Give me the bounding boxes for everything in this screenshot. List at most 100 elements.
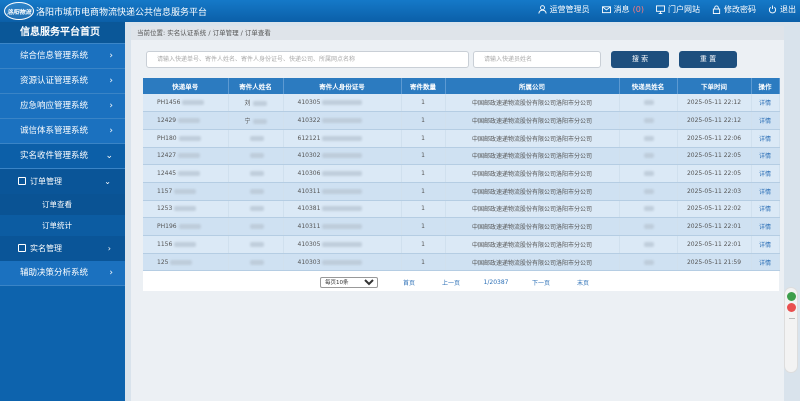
redacted-mask: [252, 101, 267, 107]
cell-sender-name-text: 刘: [244, 100, 251, 108]
cell-courier: [619, 182, 678, 201]
cell-action[interactable]: 详情: [751, 164, 780, 183]
nav-messages[interactable]: 消息 (0): [601, 4, 644, 15]
redacted-mask: [322, 171, 363, 177]
cell-action[interactable]: 详情: [751, 217, 780, 236]
cell-quantity: 1: [401, 253, 446, 272]
cell-sender-id: 410311: [283, 182, 402, 201]
nav-change-password[interactable]: 修改密码: [712, 4, 756, 15]
cell-sender-name-text: 宁: [244, 118, 251, 126]
cell-order-no: 1156: [143, 235, 229, 254]
orders-table: 快递单号 寄件人姓名 寄件人身份证号 寄件数量 所属公司 快递员姓名 下单时间 …: [143, 78, 780, 291]
cell-action-text: 详情: [758, 118, 771, 126]
nav-logout-label: 退出: [780, 5, 796, 14]
cell-quantity-text: 1: [421, 152, 425, 160]
cell-sender-name: [228, 253, 284, 272]
redacted-mask: [644, 206, 654, 212]
nav-logout[interactable]: 退出: [768, 4, 796, 15]
redacted-mask: [249, 224, 264, 230]
cell-action[interactable]: 详情: [751, 147, 780, 166]
reset-button[interactable]: 重 置: [679, 50, 737, 68]
sidebar-home[interactable]: 信息服务平台首页: [0, 22, 125, 44]
sidebar-item-resource[interactable]: 资源认证管理系统 ›: [0, 69, 125, 94]
cell-quantity: 1: [401, 200, 446, 219]
cell-action[interactable]: 详情: [751, 111, 780, 130]
redacted-mask: [644, 153, 654, 159]
cell-courier: [619, 235, 678, 254]
sidebar-item-credit[interactable]: 诚信体系管理系统 ›: [0, 119, 125, 144]
cell-company: 中国邮政速递物流股份有限公司洛阳市分公司: [445, 94, 620, 113]
cell-sender-name: [228, 147, 284, 166]
cell-order-no: 1253: [143, 200, 229, 219]
sidebar-item-label: 应急响应管理系统: [20, 101, 89, 111]
redacted-mask: [249, 241, 264, 247]
user-icon: [538, 5, 547, 14]
sidebar-item-emergency[interactable]: 应急响应管理系统 ›: [0, 94, 125, 119]
cell-order-time-text: 2025-05-11 22:12: [686, 117, 742, 125]
search-button[interactable]: 搜 索: [611, 50, 669, 68]
courier-name-input[interactable]: 请输入快递员姓名: [473, 50, 601, 68]
cell-sender-id-text: 410305: [297, 99, 321, 107]
cell-order-time-text: 2025-05-11 22:03: [686, 187, 742, 195]
cell-sender-id: 612121: [283, 129, 402, 148]
cell-company: 中国邮政速递物流股份有限公司洛阳市分公司: [445, 182, 620, 201]
sublink-order-view[interactable]: 订单查看: [0, 194, 125, 215]
cell-quantity-text: 1: [421, 187, 425, 195]
sidebar-item-realname[interactable]: 实名收件管理系统 ⌄: [0, 144, 125, 169]
next-page-link[interactable]: 下一页: [526, 278, 556, 287]
alert-dot-icon: [787, 303, 796, 312]
sublink-order-stats[interactable]: 订单统计: [0, 215, 125, 236]
site-title: 洛阳市城市电商物流快递公共信息服务平台: [36, 8, 208, 18]
sidebar-item-decision[interactable]: 辅助决策分析系统 ›: [0, 261, 125, 286]
cell-order-no-text: 12429: [157, 117, 177, 125]
submenu-realname[interactable]: 实名管理 ›: [0, 236, 125, 261]
prev-page-link[interactable]: 上一页: [436, 278, 466, 287]
logo[interactable]: 洛阳物流: [4, 2, 34, 20]
redacted-mask: [644, 100, 654, 106]
cell-sender-id-text: 410381: [297, 205, 321, 213]
redacted-mask: [644, 135, 654, 141]
cell-action-text: 详情: [758, 100, 771, 108]
search-input[interactable]: 请输入快递单号、寄件人姓名、寄件人身份证号、快递公司、所属网点名称: [146, 50, 469, 68]
cell-order-no-text: PH196: [157, 223, 177, 231]
cell-action[interactable]: 详情: [751, 129, 780, 148]
redacted-mask: [252, 119, 267, 125]
table-row: 125 410303 1 中国邮政速递物流股份有限公司洛阳市分公司 2025-05-11…: [143, 253, 780, 272]
cell-quantity-text: 1: [421, 117, 425, 125]
cell-sender-id-text: 410302: [297, 152, 321, 160]
nav-portal[interactable]: 门户网站: [656, 4, 700, 15]
redacted-mask: [322, 118, 363, 124]
submenu-orders[interactable]: 订单管理 ⌄: [0, 169, 125, 194]
cell-action[interactable]: 详情: [751, 200, 780, 219]
redacted-mask: [644, 259, 654, 265]
cell-quantity-text: 1: [421, 99, 425, 107]
sidebar-item-info[interactable]: 综合信息管理系统 ›: [0, 44, 125, 69]
last-page-link[interactable]: 末页: [568, 278, 598, 287]
cell-action[interactable]: 详情: [751, 235, 780, 254]
cell-company: 中国邮政速递物流股份有限公司洛阳市分公司: [445, 200, 620, 219]
cell-order-no: 12445: [143, 164, 229, 183]
folder-icon: [18, 244, 26, 252]
cell-action[interactable]: 详情: [751, 182, 780, 201]
cell-courier: [619, 129, 678, 148]
redacted-mask: [178, 224, 201, 230]
column-header: 寄件人姓名: [228, 78, 284, 94]
cell-order-no: PH180: [143, 129, 229, 148]
mail-icon: [601, 6, 611, 14]
redacted-mask: [178, 153, 201, 159]
page-size-select[interactable]: 每页10条: [320, 277, 378, 288]
sidebar-item-label: 诚信体系管理系统: [20, 126, 89, 136]
floating-toolbar[interactable]: [784, 287, 798, 373]
cell-order-no: 12429: [143, 111, 229, 130]
table-row: 12445 410306 1 中国邮政速递物流股份有限公司洛阳市分公司 2025-05-…: [143, 164, 780, 183]
first-page-link[interactable]: 首页: [394, 278, 424, 287]
nav-admin[interactable]: 运营管理员: [538, 4, 590, 15]
cell-sender-id: 410305: [283, 94, 402, 113]
cell-action[interactable]: 详情: [751, 253, 780, 272]
cell-sender-id: 410322: [283, 111, 402, 130]
cell-action[interactable]: 详情: [751, 94, 780, 113]
column-header: 所属公司: [445, 78, 620, 94]
sidebar-item-label: 综合信息管理系统: [20, 51, 89, 61]
cell-sender-id: 410303: [283, 253, 402, 272]
table-row: PH1456 刘 410305 1 中国邮政速递物流股份有限公司洛阳市分公司 2025-0…: [143, 94, 780, 113]
